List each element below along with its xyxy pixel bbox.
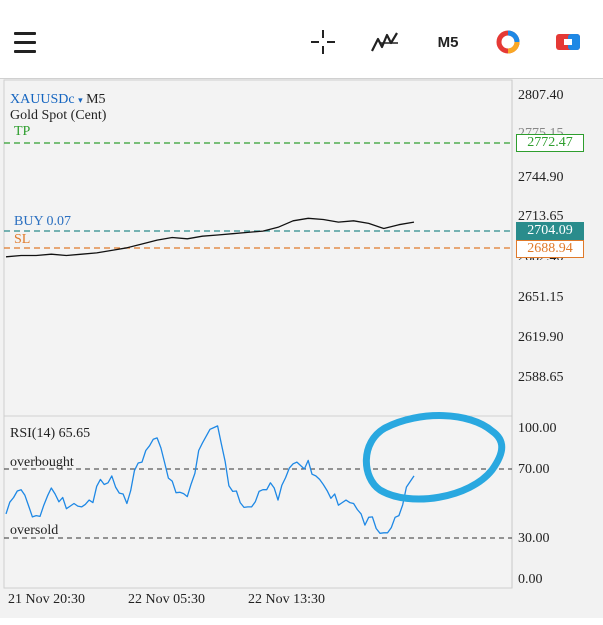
time-axis-label: 22 Nov 05:30 [128,592,205,607]
time-axis-label: 21 Nov 20:30 [8,592,85,607]
buy-label: BUY 0.07 [14,214,72,229]
sl-price-tag[interactable]: 2688.94 [516,240,584,258]
symbol-timeframe: M5 [86,92,106,107]
sl-label: SL [14,232,31,247]
price-axis-label: 2807.40 [518,88,564,103]
overbought-label: overbought [10,455,74,470]
tp-price-tag[interactable]: 2772.47 [516,134,584,152]
oversold-label: oversold [10,523,59,538]
price-axis-label: 2588.65 [518,370,564,385]
rsi-axis-label: 30.00 [518,531,550,546]
tp-label: TP [14,124,31,139]
price-axis-label: 2619.90 [518,330,564,345]
price-axis-label: 2744.90 [518,170,564,185]
buy-price-tag[interactable]: 2704.09 [516,222,584,240]
symbol-dropdown-icon[interactable]: ▾ [78,95,83,105]
time-axis-label: 22 Nov 13:30 [248,592,325,607]
rsi-axis-label: 100.00 [518,421,557,436]
price-axis-label: 2651.15 [518,290,564,305]
rsi-axis-label: 70.00 [518,462,550,477]
rsi-axis-label: 0.00 [518,572,543,587]
symbol-info: XAUUSDc ▾ M5 Gold Spot (Cent) [10,92,106,123]
price-axis-label-partial: 2775.15 [518,126,564,134]
symbol-description: Gold Spot (Cent) [10,108,107,123]
symbol-name[interactable]: XAUUSDc [10,92,75,107]
rsi-title: RSI(14) 65.65 [10,426,91,441]
bottom-bar [0,618,603,625]
